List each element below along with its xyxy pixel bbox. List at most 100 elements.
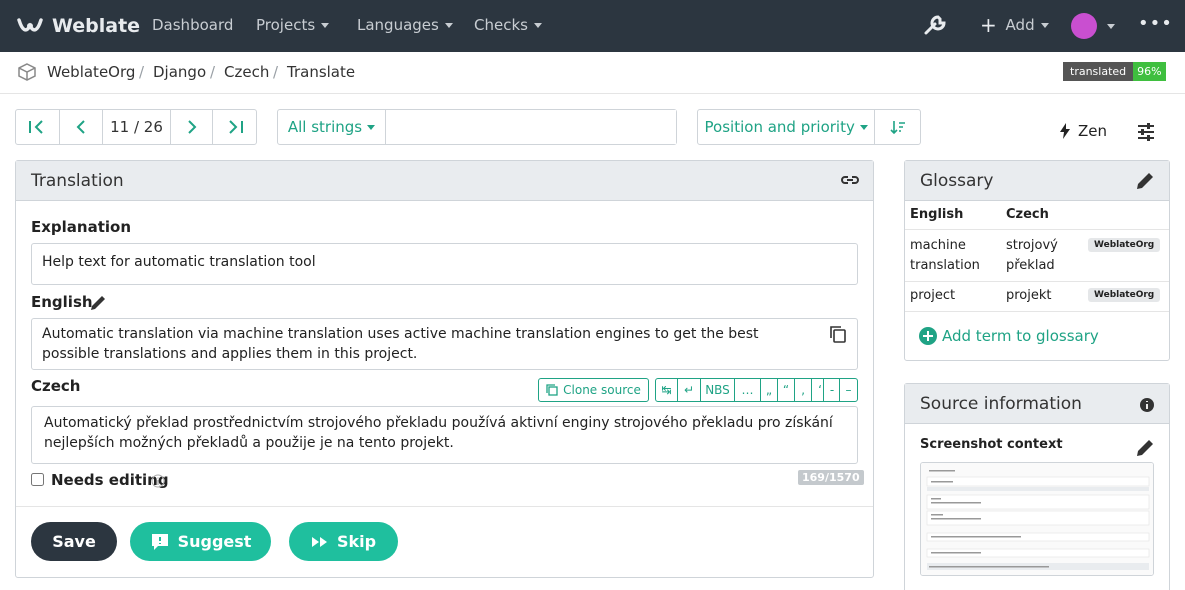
translated-badge: translated 96% — [1063, 62, 1166, 81]
add-term-link[interactable]: Add term to glossary — [918, 326, 1099, 346]
sort-label: Position and priority — [704, 118, 855, 136]
plus-icon: + — [980, 13, 997, 37]
row-divider — [905, 311, 1169, 312]
glossary-target-term: strojový překlad — [1006, 238, 1058, 273]
zen-button[interactable]: Zen — [1060, 122, 1107, 140]
copy-icon[interactable] — [829, 325, 847, 343]
glossary-title: Glossary — [920, 170, 994, 191]
next-button[interactable] — [171, 110, 214, 144]
chevron-down-icon — [533, 23, 542, 28]
insert-quote-high-button[interactable]: “ — [777, 378, 795, 402]
explanation-text: Help text for automatic translation tool — [31, 243, 858, 285]
skip-label: Skip — [336, 532, 377, 551]
info-icon — [151, 474, 165, 488]
weblate-logo-icon — [17, 18, 43, 32]
glossary-col-target: Czech — [1006, 207, 1049, 222]
skip-button[interactable]: Skip — [289, 522, 398, 561]
previous-button[interactable] — [60, 110, 104, 144]
insert-ellipsis-button[interactable]: … — [734, 378, 761, 402]
nav-add[interactable]: + Add — [980, 13, 1049, 37]
translation-panel-title: Translation — [31, 170, 124, 191]
screenshot-image — [921, 463, 1153, 575]
save-button[interactable]: Save — [31, 522, 117, 561]
nav-projects[interactable]: Projects — [256, 16, 330, 34]
insert-dash-button[interactable]: – — [839, 378, 858, 402]
breadcrumb-separator: / — [139, 63, 145, 81]
link-icon[interactable] — [841, 171, 859, 189]
glossary-panel-header: Glossary — [905, 161, 1169, 201]
nav-languages[interactable]: Languages — [357, 16, 453, 34]
pencil-icon[interactable] — [1135, 438, 1155, 458]
breadcrumb-current: Translate — [287, 63, 356, 81]
source-text: Automatic translation via machine transl… — [31, 318, 858, 370]
plus-circle-icon — [919, 327, 937, 345]
sort-icon — [890, 121, 905, 135]
navigation-group: 11 / 26 — [15, 109, 257, 145]
glossary-col-source: English — [910, 207, 964, 222]
pencil-icon[interactable] — [89, 294, 107, 312]
suggest-button[interactable]: Suggest — [130, 522, 271, 561]
breadcrumb-language[interactable]: Czech — [224, 63, 269, 81]
insert-single-low-button[interactable]: ‚ — [794, 378, 812, 402]
breadcrumb-component[interactable]: Django — [153, 63, 206, 81]
previous-icon — [76, 120, 85, 134]
translation-textarea[interactable]: Automatický překlad prostřednictvím stro… — [31, 406, 858, 464]
breadcrumb: WeblateOrg / Django / Czech / Translate — [0, 52, 1185, 94]
character-counter: 169/1570 — [798, 470, 864, 485]
glossary-source-term: project — [910, 288, 956, 303]
last-icon — [228, 120, 243, 134]
filter-dropdown[interactable]: All strings — [278, 110, 386, 144]
suggest-label: Suggest — [177, 532, 252, 551]
wrench-icon[interactable] — [922, 13, 948, 39]
sort-dropdown[interactable]: Position and priority — [698, 110, 876, 144]
zen-label: Zen — [1078, 122, 1108, 140]
chevron-down-icon — [1040, 23, 1049, 28]
glossary-target-term: projekt — [1006, 288, 1052, 303]
source-info-title: Source information — [920, 393, 1082, 414]
glossary-source-term: machine translation — [910, 238, 980, 273]
sort-direction-button[interactable] — [875, 110, 920, 144]
needs-editing-checkbox[interactable] — [31, 473, 44, 486]
more-icon[interactable]: ••• — [1138, 13, 1173, 34]
nav-dashboard[interactable]: Dashboard — [152, 16, 233, 34]
translation-panel-header: Translation — [16, 161, 873, 201]
breadcrumb-project[interactable]: WeblateOrg — [47, 63, 135, 81]
target-language-label: Czech — [31, 377, 81, 395]
chevron-down-icon — [859, 124, 868, 130]
info-circle-icon — [1140, 398, 1154, 412]
screenshot-context-label: Screenshot context — [920, 437, 1063, 452]
add-term-label: Add term to glossary — [942, 327, 1099, 345]
source-language-label: English — [31, 293, 93, 311]
insert-nbsp-button[interactable]: NBS — [700, 378, 735, 402]
nav-languages-label: Languages — [357, 16, 439, 34]
source-info-header: Source information — [905, 384, 1169, 424]
screenshot-thumbnail[interactable] — [920, 462, 1154, 576]
chevron-down-icon — [444, 23, 453, 28]
insert-newline-button[interactable]: ↵ — [677, 378, 701, 402]
filter-label: All strings — [287, 118, 363, 136]
divider — [16, 506, 873, 507]
nav-add-label: Add — [1005, 16, 1035, 34]
nav-checks-label: Checks — [474, 16, 528, 34]
last-button[interactable] — [213, 110, 256, 144]
insert-quote-low-button[interactable]: „ — [760, 378, 778, 402]
project-icon — [18, 63, 36, 81]
clone-source-button[interactable]: Clone source — [538, 378, 649, 402]
glossary-project-tag: WeblateOrg — [1088, 288, 1161, 302]
search-input[interactable] — [386, 110, 676, 144]
user-avatar[interactable] — [1071, 13, 1097, 39]
comment-icon — [151, 533, 168, 550]
pencil-icon[interactable] — [1135, 171, 1155, 191]
chevron-down-icon — [367, 124, 376, 130]
bolt-icon — [1060, 123, 1070, 139]
brand-link[interactable]: Weblate — [16, 12, 140, 40]
fast-forward-icon — [311, 536, 327, 547]
insert-tab-button[interactable]: ↹ — [655, 378, 678, 402]
search-group: All strings — [277, 109, 677, 145]
chevron-down-icon — [321, 23, 330, 28]
settings-sliders-icon[interactable] — [1137, 123, 1155, 141]
chevron-down-icon[interactable] — [1107, 24, 1115, 29]
search-input-wrap — [386, 110, 676, 144]
first-button[interactable] — [16, 110, 60, 144]
nav-checks[interactable]: Checks — [474, 16, 542, 34]
